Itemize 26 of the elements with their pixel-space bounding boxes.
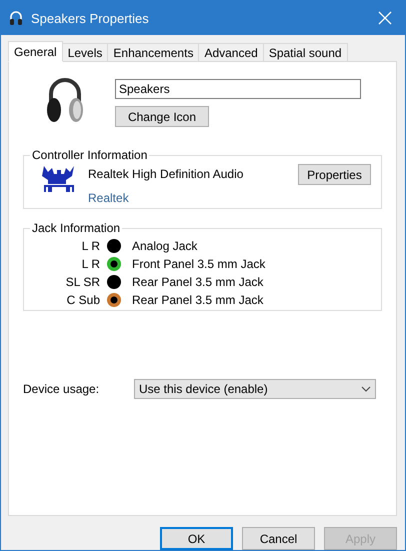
channel-label: L R	[80, 257, 100, 271]
channel-label: L R	[80, 239, 100, 253]
vendor-link[interactable]: Realtek	[88, 191, 129, 205]
controller-name: Realtek High Definition Audio	[88, 167, 244, 181]
device-usage-dropdown[interactable]: Use this device (enable)	[134, 379, 376, 399]
properties-button[interactable]: Properties	[298, 164, 371, 185]
change-icon-button[interactable]: Change Icon	[115, 106, 209, 127]
dialog-button[interactable]: Cancel	[242, 527, 315, 550]
jack-label: Rear Panel 3.5 mm Jack	[132, 275, 264, 289]
name-field[interactable]: Speakers	[115, 79, 361, 99]
channel-label: C Sub	[66, 293, 100, 307]
group-title: Jack Information	[31, 221, 122, 235]
jack-label: Rear Panel 3.5 mm Jack	[132, 293, 264, 307]
headphones-icon	[9, 10, 23, 26]
jack-label: Analog Jack	[132, 239, 198, 253]
channel-label: SL SR	[64, 275, 100, 289]
tab[interactable]: Spatial sound	[262, 43, 348, 62]
group-title: Controller Information	[31, 148, 148, 162]
tab[interactable]: General	[8, 41, 63, 62]
device-usage-label: Device usage:	[23, 382, 100, 396]
window-title: Speakers Properties	[31, 10, 150, 26]
jack-label: Front Panel 3.5 mm Jack	[132, 257, 266, 271]
dialog-button[interactable]: OK	[160, 527, 233, 550]
chevron-down-icon	[361, 386, 371, 392]
crab-logo-icon	[42, 164, 76, 194]
close-icon	[378, 11, 392, 25]
